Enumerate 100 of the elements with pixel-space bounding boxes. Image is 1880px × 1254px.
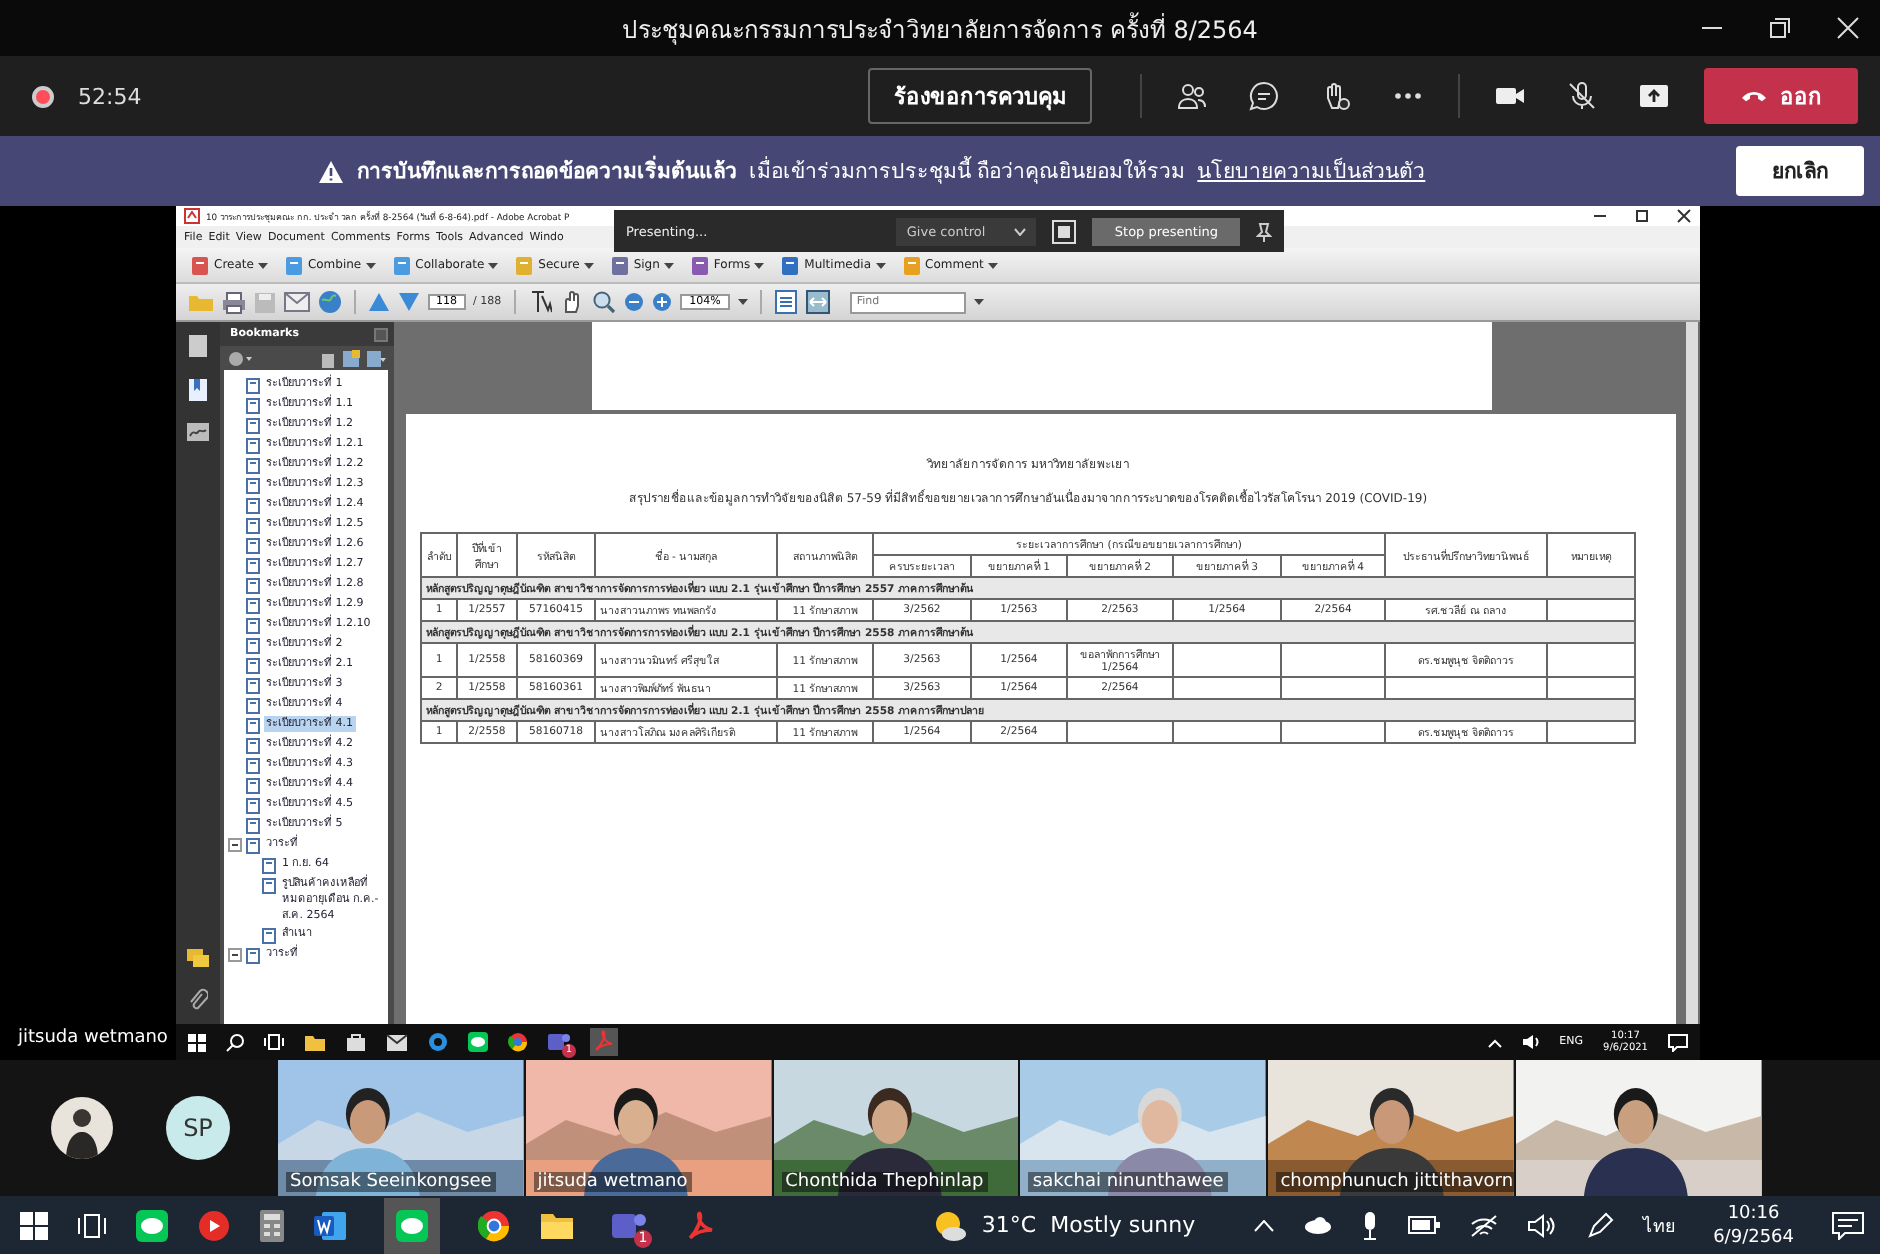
collapse-icon[interactable] [228,838,242,852]
bookmark-icon [246,378,260,394]
clock-time[interactable]: 10:16 [1727,1201,1780,1225]
document-icon [901,255,922,275]
fit-page-icon[interactable] [774,290,799,314]
battery-icon[interactable] [1407,1216,1440,1234]
zoom-in-icon[interactable] [651,292,672,312]
panel-menu-icon[interactable] [374,327,388,341]
bookmark-icon [246,458,260,474]
weather-temperature[interactable]: 31°C [981,1212,1037,1238]
signature-icon[interactable] [186,422,210,442]
bookmark-panel-icon[interactable] [188,378,208,402]
screen-icon[interactable] [1052,219,1077,243]
windows-icon[interactable] [20,1211,48,1239]
bookmark-icon [246,818,260,834]
privacy-policy-link[interactable]: นโยบายความเป็นส่วนตัว [1197,154,1426,188]
play-icon[interactable] [198,1209,230,1241]
globe-icon[interactable] [318,290,342,314]
expand-icon[interactable] [366,349,386,367]
browser-icon[interactable] [508,1032,528,1052]
delete-icon[interactable] [320,349,336,367]
mic-off-icon[interactable] [1566,80,1598,112]
task-view-icon[interactable] [264,1034,284,1050]
input-language[interactable]: ไทย [1643,1211,1676,1239]
chat-icon[interactable] [1248,80,1280,112]
mail-icon[interactable] [386,1033,408,1051]
caret-icon [987,261,998,269]
restore-icon[interactable] [1634,208,1650,224]
bookmark-icon [246,698,260,714]
caret-icon [875,261,886,269]
fit-width-icon[interactable] [806,290,831,314]
participant-name: sakchai ninunthawee [1028,1172,1228,1192]
clock-date[interactable]: 6/9/2564 [1713,1225,1794,1249]
bookmark-icon [246,758,260,774]
folder-icon[interactable] [540,1211,574,1239]
bookmark-icon [246,598,260,614]
document-icon [283,255,304,275]
select-cursor-icon[interactable] [527,290,552,314]
bookmark-icon [246,718,260,734]
pages-icon[interactable] [188,334,208,358]
bookmark-icon [246,438,260,454]
dismiss-button[interactable]: ยกเลิก [1736,146,1864,196]
caret-icon[interactable] [974,298,985,306]
participants-icon[interactable] [1176,80,1208,112]
request-control-button[interactable]: ร้องขอการควบคุม [868,68,1092,124]
leave-button[interactable]: ออก [1704,68,1858,124]
participant-name: Somsak Seeinkongsee [286,1172,496,1192]
word-icon[interactable] [314,1209,346,1241]
email-icon[interactable] [284,292,310,312]
restore-icon[interactable] [1768,16,1792,40]
chat-app-icon[interactable] [468,1032,488,1052]
bookmark-icon [246,478,260,494]
caret-icon [583,261,594,269]
microphone-icon[interactable] [1361,1211,1378,1239]
cloud-icon[interactable] [1303,1216,1332,1234]
search-icon[interactable] [226,1033,244,1051]
teams-icon[interactable] [548,1032,570,1052]
task-view-icon[interactable] [78,1213,106,1237]
close-icon[interactable] [1676,208,1692,224]
participant-name: chomphunuch jittithavorn [1276,1172,1514,1192]
bookmark-icon [246,798,260,814]
speaker-icon[interactable] [1527,1213,1556,1237]
zoom-out-icon[interactable] [623,292,644,312]
paperclip-icon[interactable] [188,988,208,1012]
comments-icon[interactable] [186,948,210,968]
collapse-icon[interactable] [228,948,242,962]
notification-icon[interactable] [1668,1033,1688,1051]
chat-app-icon[interactable] [396,1209,428,1241]
hand-icon[interactable] [559,290,584,314]
presenter-name: jitsuda wetmano [18,1028,168,1048]
caret-up-icon[interactable] [1253,1219,1274,1231]
options-icon[interactable] [228,349,252,367]
zoom-icon[interactable] [591,290,616,314]
banner-title: การบันทึกและการถอดข้อความเริ่มต้นแล้ว [356,154,737,188]
pen-icon[interactable] [1585,1211,1614,1239]
new-bookmark-icon[interactable] [342,349,360,367]
wifi-icon[interactable] [1469,1213,1498,1237]
caret-icon[interactable] [738,298,749,306]
teams-icon[interactable] [612,1209,646,1241]
share-screen-icon[interactable] [1638,80,1670,112]
document-icon [689,255,710,275]
bookmark-icon [246,618,260,634]
arrow-up-icon[interactable] [368,292,390,312]
pdf-app-icon[interactable] [684,1209,716,1241]
caret-up-icon[interactable] [1487,1037,1502,1047]
weather-condition[interactable]: Mostly sunny [1050,1212,1196,1238]
calculator-icon[interactable] [260,1209,284,1241]
notification-icon[interactable] [1832,1211,1864,1239]
speaker-icon[interactable] [1521,1034,1540,1050]
print-icon[interactable] [222,291,246,313]
bookmark-icon [246,948,260,964]
folder-icon[interactable] [304,1033,326,1051]
arrow-down-icon[interactable] [398,292,420,312]
pin-icon[interactable] [1256,221,1272,241]
windows-icon[interactable] [188,1033,206,1051]
browser-icon[interactable] [478,1209,510,1241]
bookmark-icon [246,558,260,574]
shopping-bag-icon[interactable] [346,1032,366,1052]
bookmark-icon [246,838,260,854]
chat-app-icon[interactable] [136,1209,168,1241]
